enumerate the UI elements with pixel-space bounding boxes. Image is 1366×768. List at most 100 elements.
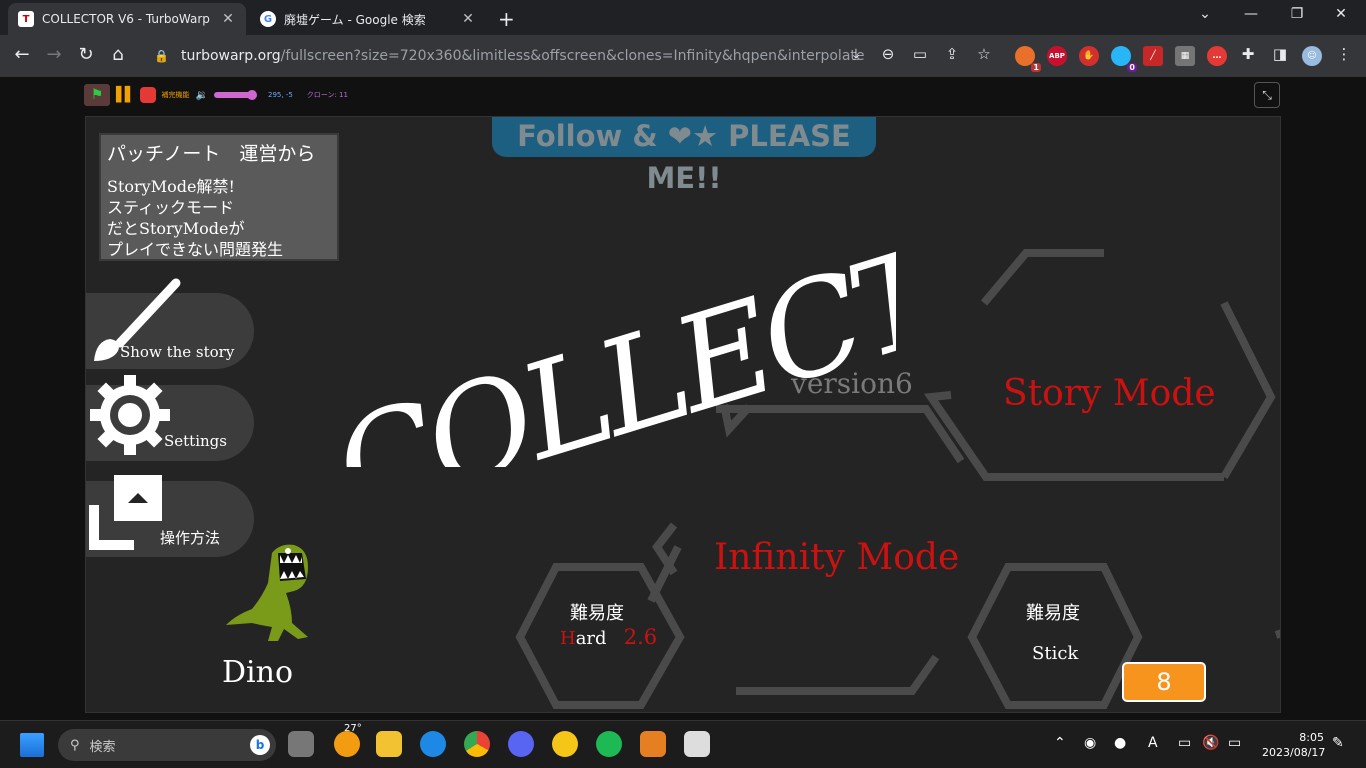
tray-overflow-icon[interactable]: ⌃ [1054,735,1066,751]
minimize-icon[interactable]: — [1236,6,1266,22]
addon-label: 補完機能 [161,91,190,99]
snipping-tool-icon[interactable] [684,731,710,757]
volume-muted-icon[interactable]: 🔇 [1202,735,1219,751]
search-placeholder: 検索 [89,739,116,755]
reload-icon[interactable]: ↻ [74,44,98,65]
install-app-icon[interactable]: ⤓ [846,45,866,63]
tab-search-chevron-icon[interactable]: ⌄ [1190,6,1220,22]
extension-orange-icon[interactable]: 1 [1015,46,1041,72]
show-story-label: Show the story [120,343,235,361]
tab-title: 廃墟ゲーム - Google 検索 [284,12,426,27]
dino-character-icon[interactable] [222,543,322,647]
lock-icon: 🔒 [154,49,169,63]
clock-time: 8:05 [1299,731,1324,744]
discord-icon[interactable] [508,731,534,757]
chrome-icon[interactable] [464,731,490,757]
extension-blue-icon[interactable]: 0 [1111,46,1137,72]
clone-counter: クローン: 11 [306,91,348,99]
stop-button[interactable] [139,87,156,103]
close-window-icon[interactable]: ✕ [1326,6,1356,22]
weather-temp: 27° [344,723,362,734]
difficulty-value[interactable]: Hard 2.6 [560,625,657,649]
music-app-icon[interactable] [552,731,578,757]
stop-hand-icon[interactable]: ✋ [1079,46,1099,66]
extension-image-icon[interactable]: ▦ [1175,46,1195,66]
taskbar-search[interactable]: ⚲ 検索 b [58,729,276,761]
close-tab-icon[interactable]: ✕ [220,11,236,27]
extensions-puzzle-icon[interactable]: ✚ [1238,45,1258,63]
collector-title: COLLECTOR [318,167,896,467]
search-icon: ⚲ [70,737,80,753]
file-explorer-icon[interactable] [376,731,402,757]
task-view-icon[interactable] [288,731,314,757]
counter-badge: 8 [1122,662,1206,702]
follow-banner[interactable]: Follow & ❤★ PLEASE ME!! [492,117,876,195]
difficulty-header: 難易度 [570,603,624,624]
tab-google-search[interactable]: G 廃墟ゲーム - Google 検索 ✕ [250,3,486,35]
clock-date: 2023/08/17 [1262,746,1326,759]
volume-icon[interactable]: 🔉 [196,90,208,101]
adblock-plus-icon[interactable]: ABP [1047,46,1067,66]
story-mode-button[interactable]: Story Mode [1003,373,1216,414]
green-flag-button[interactable]: ⚑ [84,84,110,106]
media-player-icon[interactable] [640,731,666,757]
windows-start-icon[interactable] [20,733,44,757]
turbowarp-controls: ⚑ ▌▌ 補完機能 🔉 295, -5 クローン: 11 [84,84,348,106]
title-text: COLLECTOR [318,167,896,467]
maximize-icon[interactable]: ❐ [1282,6,1312,22]
extension-red-icon[interactable]: ╱ [1143,46,1163,66]
turbowarp-favicon-icon: T [18,11,34,27]
page-content: ⚑ ▌▌ 補完機能 🔉 295, -5 クローン: 11 ⤡ パッチノート 運営… [0,77,1366,720]
tab-collector[interactable]: T COLLECTOR V6 - TurboWarp ✕ [8,3,246,35]
infinity-mode-button[interactable]: Infinity Mode [714,537,959,578]
abp-label: ABP [1049,52,1065,60]
extension-chat-icon[interactable]: … [1207,46,1227,66]
notification-icon[interactable]: ✎ [1332,735,1344,751]
forward-icon[interactable]: → [42,44,66,65]
settings-button[interactable]: Settings [86,375,254,461]
back-icon[interactable]: ← [10,44,34,65]
tray-eye-icon[interactable]: ◉ [1084,735,1096,751]
zoom-icon[interactable]: ⊖ [878,45,898,63]
network-icon[interactable]: ▭ [1178,735,1191,751]
extension-badge: 1 [1031,63,1041,72]
volume-slider[interactable] [214,90,257,100]
browser-tab-strip: T COLLECTOR V6 - TurboWarp ✕ G 廃墟ゲーム - G… [0,0,1366,35]
tab-title: COLLECTOR V6 - TurboWarp [42,12,210,26]
edge-icon[interactable] [420,731,446,757]
side-panel-icon[interactable]: ◨ [1270,45,1290,63]
control-mode-value[interactable]: Stick [1032,643,1078,664]
battery-icon[interactable]: ▭ [1228,735,1241,751]
bookmark-star-icon[interactable]: ☆ [974,45,994,63]
green-flag-icon: ⚑ [90,87,104,103]
address-bar[interactable]: 🔒 turbowarp.org /fullscreen?size=720x360… [140,40,1000,72]
menu-kebab-icon[interactable]: ⋮ [1334,45,1354,63]
controls-label: 操作方法 [160,529,221,547]
character-name: Dino [222,655,294,690]
hard-level: 2.6 [623,625,658,649]
game-stage[interactable]: パッチノート 運営から StoryMode解禁! スティックモード だとStor… [85,116,1281,713]
version-label: version6 [791,367,913,400]
bing-icon[interactable]: b [250,735,270,755]
gear-icon [90,375,170,455]
spotify-icon[interactable] [596,731,622,757]
controls-screen-icon [89,475,162,550]
page-icon[interactable]: ▭ [910,45,930,63]
share-icon[interactable]: ⇪ [942,45,962,63]
show-story-button[interactable]: Show the story [86,278,254,369]
tray-app-icon[interactable]: ● [1114,735,1126,751]
url-path: /fullscreen?size=720x360&limitless&offsc… [280,48,865,64]
profile-avatar-icon[interactable]: ☺ [1302,46,1322,66]
taskbar-clock[interactable]: 8:05 2023/08/17 [1262,730,1326,760]
home-icon[interactable]: ⌂ [106,44,130,65]
weather-icon[interactable]: 27° [334,723,362,757]
close-tab-icon[interactable]: ✕ [460,11,476,27]
pause-button[interactable]: ▌▌ [116,87,135,103]
windows-taskbar: ⚲ 検索 b 27° ⌃ ◉ ● A ▭ 🔇 ▭ 8:05 2023/08/17… [0,720,1366,768]
hard-rest: ard [575,628,607,649]
new-tab-icon[interactable]: + [498,7,515,31]
ime-icon[interactable]: A [1148,735,1158,751]
exit-fullscreen-button[interactable]: ⤡ [1254,82,1280,108]
browser-toolbar: ← → ↻ ⌂ 🔒 turbowarp.org /fullscreen?size… [0,35,1366,77]
extension-badge: 0 [1127,63,1137,72]
